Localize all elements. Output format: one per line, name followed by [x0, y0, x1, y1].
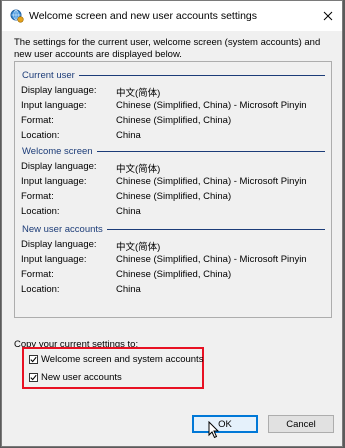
row-label: Input language:	[21, 100, 87, 111]
ok-button[interactable]: OK	[192, 415, 258, 433]
row-value: Chinese (Simplified, China) - Microsoft …	[116, 100, 307, 111]
row-value: 中文(简体)	[116, 164, 161, 175]
settings-row: Format: Chinese (Simplified, China)	[15, 115, 331, 127]
checkbox-label: Welcome screen and system accounts	[41, 353, 204, 365]
checkmark-icon	[30, 356, 37, 362]
checkbox-label: New user accounts	[41, 371, 122, 383]
row-label: Location:	[21, 130, 60, 141]
row-label: Format:	[21, 191, 54, 202]
settings-row: Display language: 中文(简体)	[15, 85, 331, 99]
settings-summary-panel: Current user Display language: 中文(简体) In…	[14, 61, 332, 318]
row-value: Chinese (Simplified, China)	[116, 269, 232, 280]
row-label: Format:	[21, 115, 54, 126]
checkbox-box[interactable]	[29, 354, 38, 364]
row-label: Display language:	[21, 239, 97, 250]
row-value: 中文(简体)	[116, 242, 161, 253]
section-title: Current user	[22, 69, 75, 81]
row-value: Chinese (Simplified, China) - Microsoft …	[116, 176, 307, 187]
section-divider	[96, 150, 325, 152]
settings-row: Input language: Chinese (Simplified, Chi…	[15, 254, 331, 266]
section-title: New user accounts	[22, 223, 103, 235]
row-label: Format:	[21, 269, 54, 280]
settings-dialog: Welcome screen and new user accounts set…	[1, 0, 343, 447]
row-value: 中文(简体)	[116, 88, 161, 99]
settings-row: Location: China	[15, 284, 331, 296]
settings-row: Input language: Chinese (Simplified, Chi…	[15, 100, 331, 112]
close-button[interactable]	[320, 8, 336, 24]
row-label: Location:	[21, 206, 60, 217]
row-label: Display language:	[21, 161, 97, 172]
welcome-screen-checkbox[interactable]: Welcome screen and system accounts	[29, 353, 203, 365]
settings-row: Format: Chinese (Simplified, China)	[15, 269, 331, 281]
settings-row: Display language: 中文(简体)	[15, 239, 331, 253]
section-header: New user accounts	[22, 223, 325, 235]
close-icon	[323, 11, 333, 21]
title-bar: Welcome screen and new user accounts set…	[2, 1, 342, 31]
settings-row: Input language: Chinese (Simplified, Chi…	[15, 176, 331, 188]
row-value: Chinese (Simplified, China)	[116, 115, 232, 126]
section-header: Current user	[22, 69, 325, 81]
section-header: Welcome screen	[22, 145, 325, 157]
row-value: China	[116, 206, 141, 217]
globe-settings-icon	[10, 9, 24, 23]
intro-text: The settings for the current user, welco…	[14, 37, 321, 60]
row-value: China	[116, 130, 141, 141]
settings-row: Location: China	[15, 206, 331, 218]
row-label: Input language:	[21, 176, 87, 187]
row-label: Display language:	[21, 85, 97, 96]
window-title: Welcome screen and new user accounts set…	[29, 10, 258, 22]
mouse-pointer-icon	[208, 421, 220, 439]
section-divider	[106, 228, 325, 230]
settings-row: Display language: 中文(简体)	[15, 161, 331, 175]
row-label: Location:	[21, 284, 60, 295]
row-value: Chinese (Simplified, China) - Microsoft …	[116, 254, 307, 265]
row-label: Input language:	[21, 254, 87, 265]
checkmark-icon	[30, 374, 37, 380]
settings-row: Location: China	[15, 130, 331, 142]
settings-row: Format: Chinese (Simplified, China)	[15, 191, 331, 203]
checkbox-box[interactable]	[29, 372, 38, 382]
row-value: Chinese (Simplified, China)	[116, 191, 232, 202]
cancel-button[interactable]: Cancel	[268, 415, 334, 433]
row-value: China	[116, 284, 141, 295]
section-divider	[78, 74, 325, 76]
new-user-accounts-checkbox[interactable]: New user accounts	[29, 371, 122, 383]
section-title: Welcome screen	[22, 145, 93, 157]
